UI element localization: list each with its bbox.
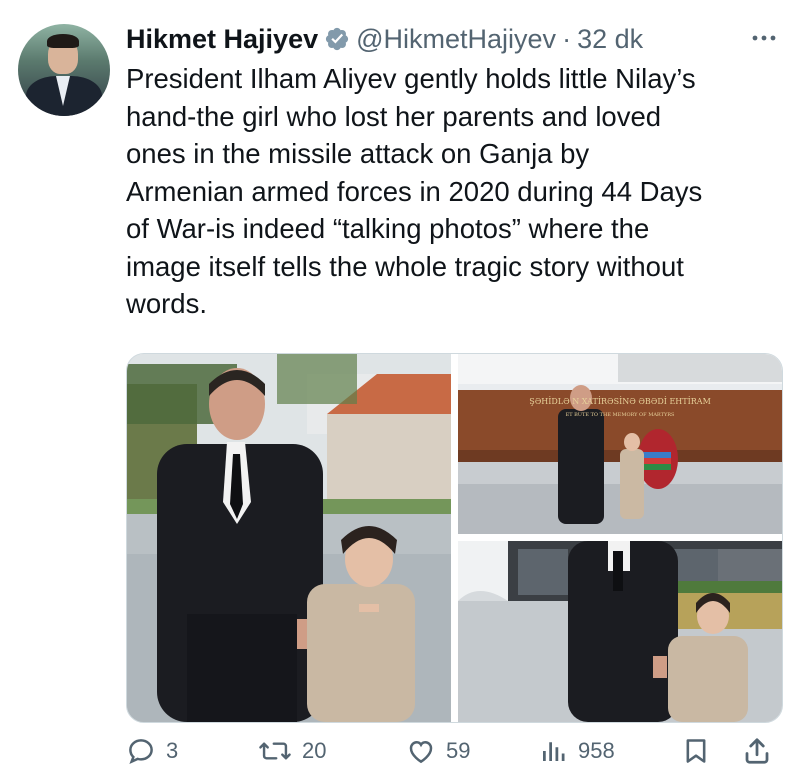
avatar[interactable] xyxy=(18,24,110,116)
reply-button[interactable]: 3 xyxy=(126,734,178,768)
tweet-text: President Ilham Aliyev gently holds litt… xyxy=(126,63,703,319)
retweet-button[interactable]: 20 xyxy=(258,734,326,768)
media-grid[interactable]: ŞƏHİDLƏ N XATİRƏSİNƏ ƏBƏDİ EHTİRAM ET BU… xyxy=(126,353,783,723)
author-name[interactable]: Hikmet Hajiyev xyxy=(126,24,318,55)
retweet-icon xyxy=(259,742,291,760)
photo-2[interactable]: ŞƏHİDLƏ N XATİRƏSİNƏ ƏBƏDİ EHTİRAM ET BU… xyxy=(458,354,782,534)
share-button[interactable] xyxy=(742,734,772,768)
reply-icon xyxy=(129,739,153,764)
heart-icon xyxy=(409,740,433,764)
verified-badge-icon xyxy=(326,27,349,51)
reply-count: 3 xyxy=(166,738,179,763)
tweet-header: Hikmet Hajiyev @HikmetHajiyev · 32 dk xyxy=(126,22,643,56)
photo-3[interactable] xyxy=(458,541,782,722)
like-count: 59 xyxy=(446,738,471,763)
author-handle[interactable]: @HikmetHajiyev xyxy=(356,24,556,55)
share-icon xyxy=(745,738,769,764)
bookmark-icon xyxy=(686,739,706,763)
action-bar: 3 20 59 958 xyxy=(126,734,786,768)
like-button[interactable]: 59 xyxy=(406,734,470,768)
memorial-sign-line1: ŞƏHİDLƏ N XATİRƏSİNƏ ƏBƏDİ EHTİRAM xyxy=(529,397,711,406)
views-button[interactable]: 958 xyxy=(538,734,615,768)
retweet-count: 20 xyxy=(302,738,327,763)
header-separator: · xyxy=(562,23,572,54)
photo-1[interactable] xyxy=(127,354,451,722)
views-count: 958 xyxy=(578,738,615,763)
tweet[interactable]: Hikmet Hajiyev @HikmetHajiyev · 32 dk Pr… xyxy=(0,0,800,769)
bookmark-button[interactable] xyxy=(682,734,710,768)
tweet-timestamp[interactable]: 32 dk xyxy=(577,24,643,55)
more-icon[interactable] xyxy=(750,28,778,48)
memorial-sign-line2: ET BUTE TO THE MEMORY OF MARTYRS xyxy=(566,412,675,418)
views-icon xyxy=(543,742,565,761)
avatar-hair xyxy=(47,34,79,48)
